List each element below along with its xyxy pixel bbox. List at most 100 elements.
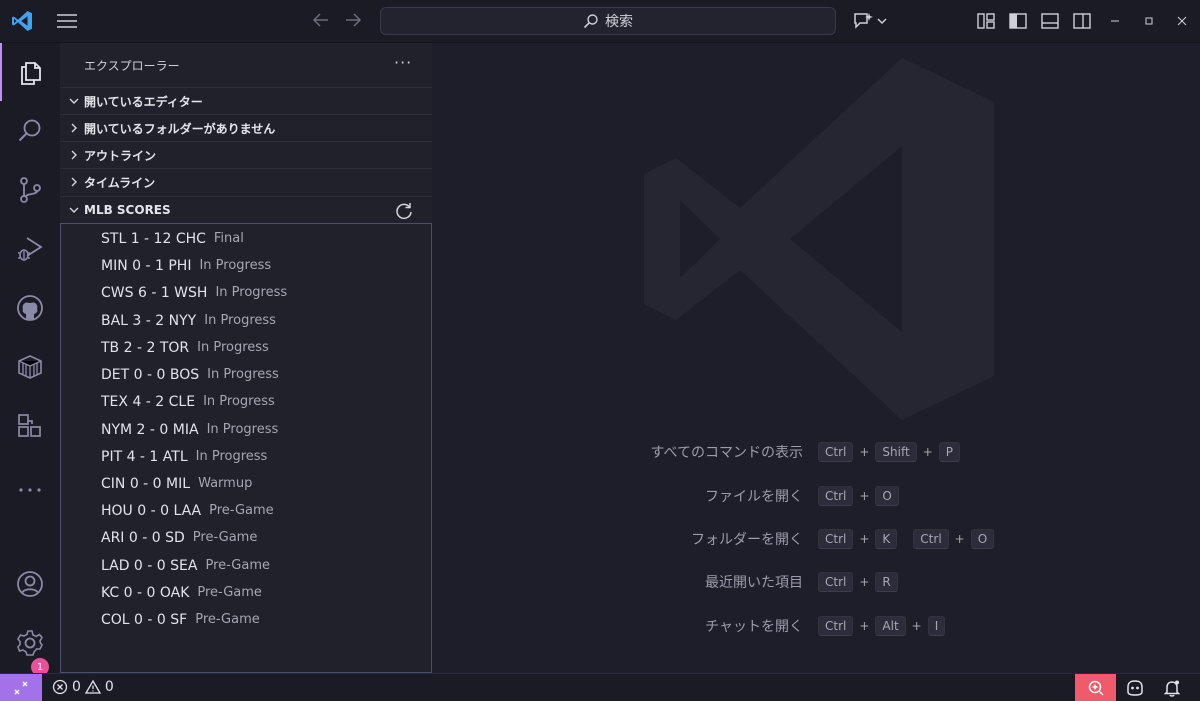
list-item[interactable]: STL 1 - 12 CHC Final	[101, 225, 244, 252]
section-label: タイムライン	[84, 175, 156, 190]
key: Alt	[875, 616, 906, 636]
customize-layout-icon[interactable]	[976, 11, 996, 31]
notifications-bell-icon[interactable]	[1162, 678, 1182, 698]
score-text: KC 0 - 0 OAK	[101, 584, 190, 601]
key: Ctrl	[818, 442, 854, 462]
section-open-editors[interactable]: 開いているエディター	[60, 87, 432, 114]
key: Ctrl	[818, 486, 854, 506]
search-icon	[583, 14, 598, 29]
copilot-status-icon[interactable]	[1125, 678, 1145, 698]
list-item[interactable]: KC 0 - 0 OAK Pre-Game	[101, 579, 262, 606]
list-item[interactable]: HOU 0 - 0 LAA Pre-Game	[101, 497, 274, 524]
list-item[interactable]: MIN 0 - 1 PHI In Progress	[101, 252, 271, 279]
shortcut-label: 最近開いた項目	[705, 575, 803, 591]
shortcut-label: チャットを開く	[705, 619, 803, 635]
problems-indicator[interactable]: 0 0	[52, 679, 114, 695]
maximize-button[interactable]	[1139, 11, 1159, 31]
section-no-folder[interactable]: 開いているフォルダーがありません	[60, 114, 432, 141]
list-item[interactable]: CWS 6 - 1 WSH In Progress	[101, 279, 287, 306]
score-text: CIN 0 - 0 MIL	[101, 475, 191, 492]
list-item[interactable]: TB 2 - 2 TOR In Progress	[101, 334, 269, 361]
activity-containers[interactable]	[0, 338, 60, 396]
activity-source-control[interactable]	[0, 161, 60, 219]
shortcut-open-recent[interactable]: 最近開いた項目 Ctrl + R	[432, 571, 1200, 593]
key: O	[970, 529, 995, 549]
menu-icon[interactable]	[56, 12, 78, 30]
search-icon	[18, 119, 41, 142]
arrow-left-icon[interactable]	[311, 10, 331, 30]
key: K	[875, 529, 898, 549]
activity-extensions[interactable]	[0, 397, 60, 455]
game-status: Pre-Game	[205, 558, 271, 573]
more-actions-button[interactable]: ···	[394, 53, 412, 72]
score-text: DET 0 - 0 BOS	[101, 366, 200, 383]
key: R	[875, 572, 898, 592]
shortcut-open-chat[interactable]: チャットを開く Ctrl + Alt + I	[432, 615, 1200, 637]
list-item[interactable]: NYM 2 - 0 MIA In Progress	[101, 416, 278, 443]
toggle-primary-sidebar-icon[interactable]	[1008, 11, 1028, 31]
score-text: NYM 2 - 0 MIA	[101, 421, 199, 438]
game-status: Pre-Game	[192, 530, 258, 545]
activity-explorer[interactable]	[0, 43, 60, 101]
list-item[interactable]: DET 0 - 0 BOS In Progress	[101, 361, 279, 388]
vscode-watermark-icon	[644, 58, 994, 420]
command-center-search[interactable]: 検索	[380, 7, 836, 35]
activity-account[interactable]	[0, 555, 60, 613]
game-status: Pre-Game	[209, 503, 274, 518]
more-icon	[19, 488, 41, 492]
game-status: In Progress	[204, 313, 276, 328]
remote-icon	[14, 681, 28, 695]
score-text: MIN 0 - 1 PHI	[101, 257, 192, 274]
toggle-secondary-sidebar-icon[interactable]	[1072, 11, 1092, 31]
score-text: COL 0 - 0 SF	[101, 611, 188, 628]
score-text: ARI 0 - 0 SD	[101, 529, 185, 546]
section-label: MLB SCORES	[84, 203, 171, 217]
remote-indicator[interactable]	[0, 674, 42, 701]
close-button[interactable]	[1172, 11, 1192, 31]
key: Ctrl	[818, 529, 854, 549]
minimize-button[interactable]	[1105, 11, 1125, 31]
refresh-icon[interactable]	[394, 201, 414, 221]
shortcut-open-folder[interactable]: フォルダーを開く Ctrl + K Ctrl + O	[432, 528, 1200, 550]
zoom-indicator[interactable]	[1075, 674, 1116, 701]
game-status: In Progress	[215, 285, 288, 300]
minimize-icon	[1111, 20, 1119, 22]
list-item[interactable]: COL 0 - 0 SF Pre-Game	[101, 606, 260, 633]
score-text: PIT 4 - 1 ATL	[101, 448, 188, 465]
keybinding: Ctrl + R	[818, 572, 898, 592]
copilot-menu-button[interactable]	[852, 11, 888, 31]
chevron-down-icon	[69, 98, 79, 104]
activity-run-debug[interactable]	[0, 220, 60, 278]
list-item[interactable]: CIN 0 - 0 MIL Warmup	[101, 470, 252, 497]
score-text: BAL 3 - 2 NYY	[101, 312, 197, 329]
list-item[interactable]: ARI 0 - 0 SD Pre-Game	[101, 524, 257, 551]
game-status: Pre-Game	[195, 612, 260, 627]
shortcut-show-all-commands[interactable]: すべてのコマンドの表示 Ctrl + Shift + P	[432, 441, 1200, 463]
activity-github[interactable]	[0, 279, 60, 337]
warning-icon	[84, 679, 101, 694]
close-icon	[1177, 16, 1187, 26]
list-item[interactable]: LAD 0 - 0 SEA Pre-Game	[101, 552, 270, 579]
explorer-sidebar: エクスプローラー ··· 開いているエディター 開いているフォルダーがありません…	[60, 43, 432, 673]
toggle-panel-icon[interactable]	[1040, 11, 1060, 31]
section-outline[interactable]: アウトライン	[60, 141, 432, 168]
shortcut-open-file[interactable]: ファイルを開く Ctrl + O	[432, 485, 1200, 507]
list-item[interactable]: TEX 4 - 2 CLE In Progress	[101, 388, 275, 415]
key: O	[875, 486, 899, 506]
arrow-right-icon[interactable]	[343, 10, 363, 30]
section-mlb-scores[interactable]: MLB SCORES	[60, 196, 432, 223]
game-status: Final	[213, 231, 244, 246]
activity-search[interactable]	[0, 102, 60, 160]
run-debug-icon	[18, 237, 43, 261]
game-status: Pre-Game	[197, 585, 262, 600]
search-label: 検索	[605, 14, 633, 30]
manage-gear-icon	[17, 630, 43, 656]
list-item[interactable]: PIT 4 - 1 ATL In Progress	[101, 443, 267, 470]
section-label: アウトライン	[84, 148, 157, 163]
activity-more[interactable]	[0, 461, 60, 519]
activity-manage[interactable]: 1	[0, 614, 60, 676]
score-text: TEX 4 - 2 CLE	[101, 393, 196, 410]
list-item[interactable]: BAL 3 - 2 NYY In Progress	[101, 307, 276, 334]
warning-count: 0	[104, 679, 114, 695]
section-timeline[interactable]: タイムライン	[60, 168, 432, 195]
